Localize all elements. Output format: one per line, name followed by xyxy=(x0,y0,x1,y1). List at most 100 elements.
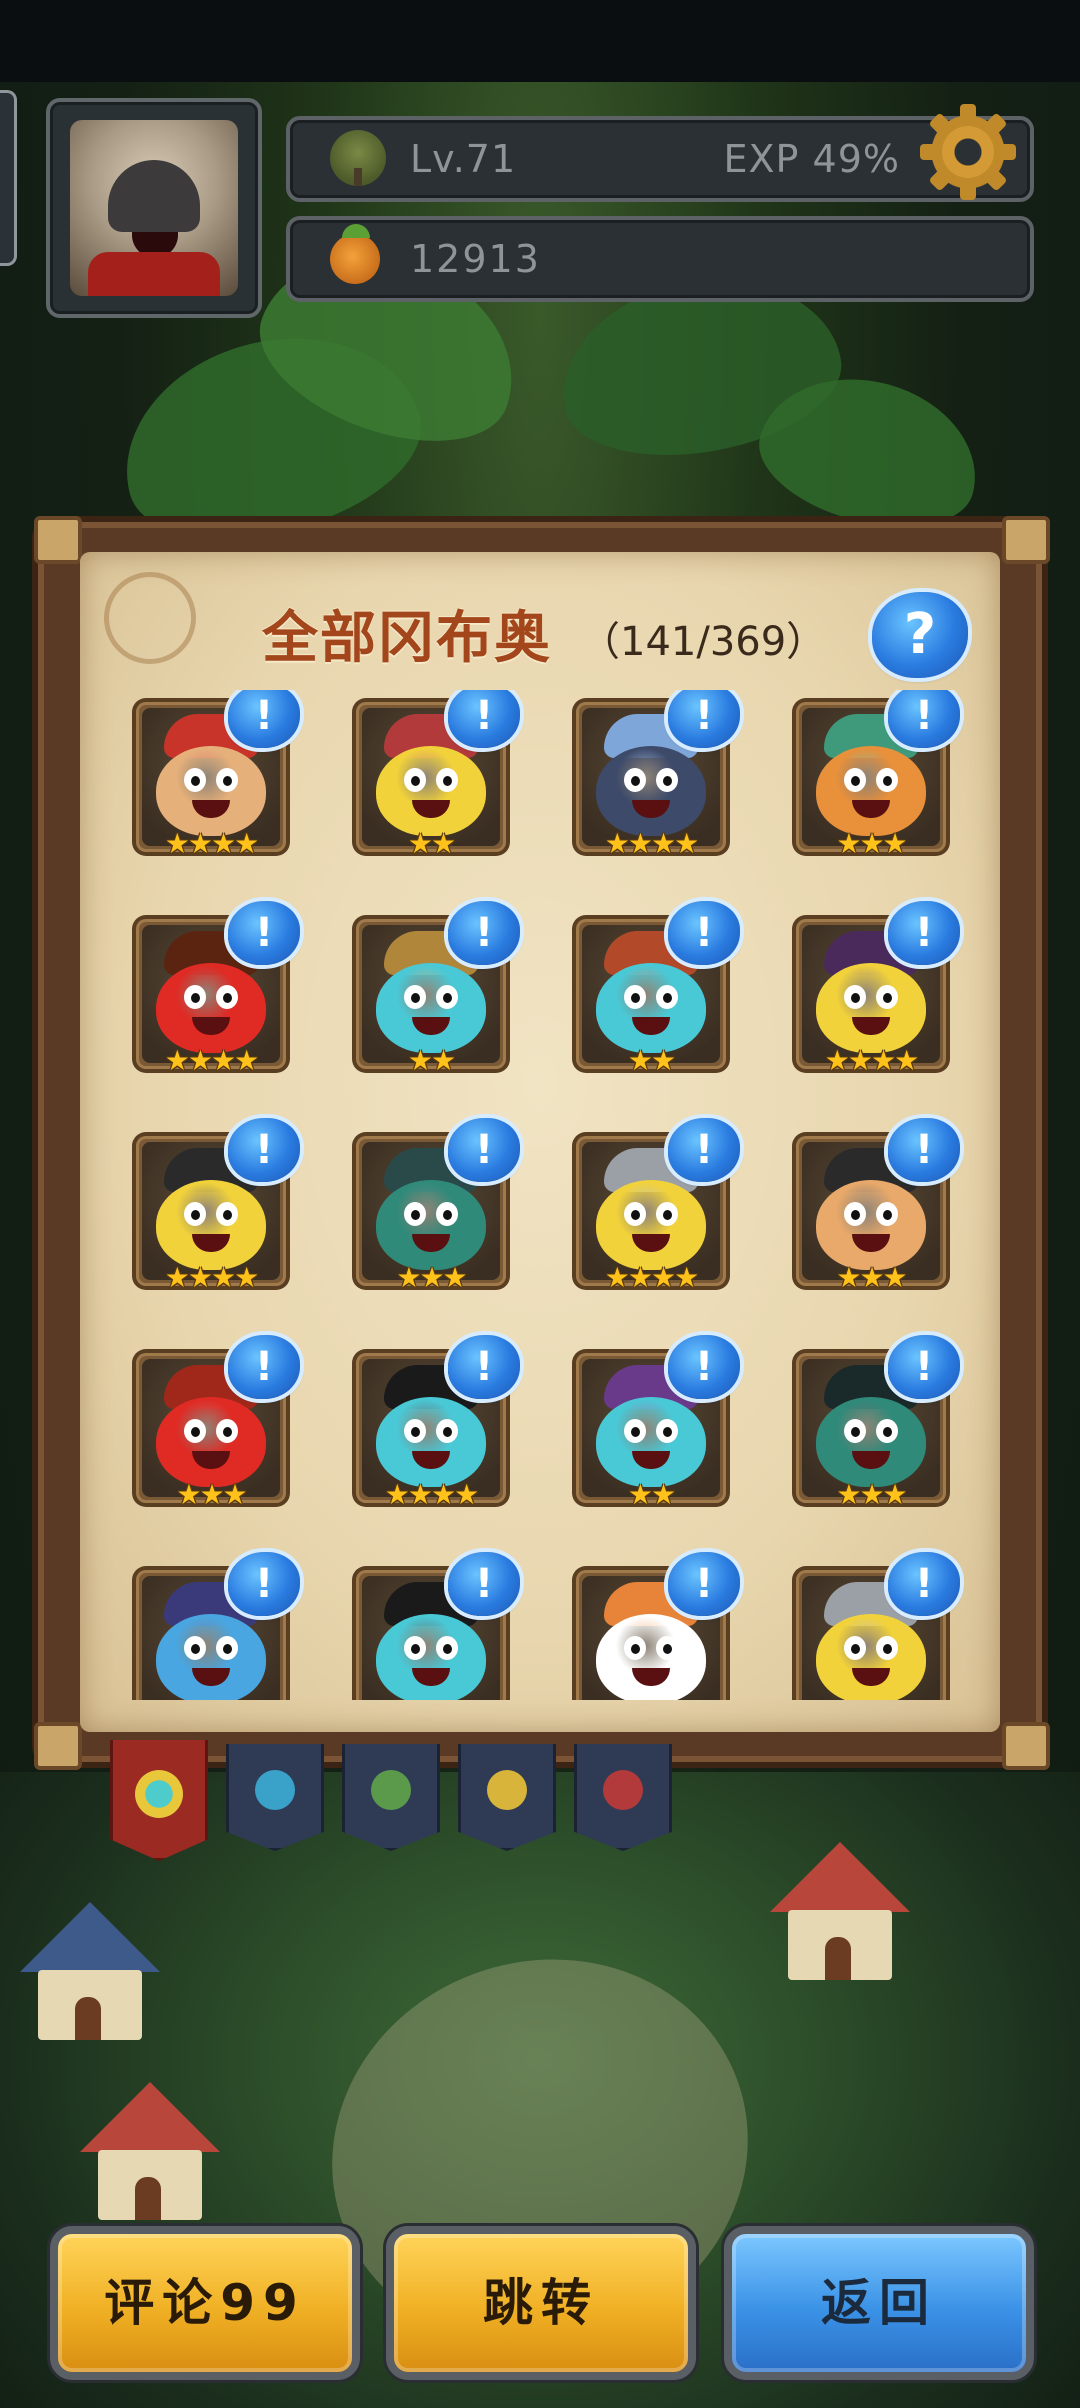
gumball-card[interactable]: ★★★★! xyxy=(128,901,300,1079)
currency-amount: 12913 xyxy=(410,237,541,281)
gumball-card[interactable]: ★★! xyxy=(348,690,520,862)
star-rating: ★★★ xyxy=(176,1478,247,1511)
star-rating: ★★★ xyxy=(836,1261,907,1294)
new-alert-icon: ! xyxy=(448,1118,520,1182)
star-rating: ★★★ xyxy=(836,1478,907,1511)
gumball-card[interactable]: ★★★! xyxy=(128,1335,300,1513)
star-rating: ★★★★ xyxy=(824,1044,919,1077)
gumball-card[interactable]: ! xyxy=(788,1552,960,1700)
gumball-portrait xyxy=(156,1180,266,1270)
player-avatar[interactable] xyxy=(46,98,262,318)
gumball-card[interactable]: ★★★★! xyxy=(788,901,960,1079)
new-alert-icon: ! xyxy=(668,1335,740,1399)
panel-title: 全部冈布奥 xyxy=(262,605,552,671)
gumball-portrait xyxy=(596,1180,706,1270)
red-mask-icon xyxy=(603,1770,643,1810)
blue-gumball-icon xyxy=(255,1770,295,1810)
star-rating: ★★ xyxy=(627,1478,676,1511)
star-rating: ★★★★ xyxy=(164,1044,259,1077)
star-rating: ★★★★ xyxy=(164,1261,259,1294)
avatar-portrait xyxy=(70,120,238,296)
star-rating: ★★★★ xyxy=(164,827,259,860)
gumball-portrait xyxy=(376,1614,486,1700)
back-button[interactable]: 返回 xyxy=(724,2226,1034,2380)
tab-category-5[interactable] xyxy=(574,1744,672,1851)
gumball-portrait xyxy=(376,1397,486,1487)
gumball-card[interactable]: ★★★! xyxy=(788,690,960,862)
gumball-portrait xyxy=(156,1614,266,1700)
new-alert-icon: ! xyxy=(448,1335,520,1399)
tab-all[interactable] xyxy=(110,1740,208,1861)
gumball-card[interactable]: ! xyxy=(128,1552,300,1700)
new-alert-icon: ! xyxy=(228,1118,300,1182)
tab-category-3[interactable] xyxy=(342,1744,440,1851)
currency-bar: 12913 xyxy=(286,216,1034,302)
frame-corner-ornament xyxy=(34,1722,82,1770)
gumball-card[interactable]: ★★★! xyxy=(348,1118,520,1296)
new-alert-icon: ! xyxy=(888,901,960,965)
tab-category-2[interactable] xyxy=(226,1744,324,1851)
gumball-portrait xyxy=(596,963,706,1053)
green-leaf-icon xyxy=(371,1770,411,1810)
star-rating: ★★★★ xyxy=(604,1261,699,1294)
gumball-card[interactable]: ★★★! xyxy=(788,1335,960,1513)
gumball-portrait xyxy=(596,746,706,836)
gold-leaf-icon xyxy=(487,1770,527,1810)
new-alert-icon: ! xyxy=(888,1118,960,1182)
new-alert-icon: ! xyxy=(888,1552,960,1616)
new-alert-icon: ! xyxy=(668,1118,740,1182)
gumball-card[interactable]: ! xyxy=(568,1552,740,1700)
gumball-portrait xyxy=(596,1397,706,1487)
star-rating: ★★ xyxy=(407,827,456,860)
gumball-card[interactable]: ★★★★! xyxy=(128,690,300,862)
star-rating: ★★★ xyxy=(836,827,907,860)
panel-emblem-icon xyxy=(104,572,196,664)
star-rating: ★★★★ xyxy=(604,827,699,860)
settings-gear-icon[interactable] xyxy=(920,104,1016,200)
help-icon: ? xyxy=(872,592,968,678)
gumball-portrait xyxy=(816,746,926,836)
frame-corner-ornament xyxy=(34,516,82,564)
gumball-card[interactable]: ★★★★! xyxy=(568,1118,740,1296)
gumball-portrait xyxy=(816,1614,926,1700)
gumball-portrait xyxy=(156,963,266,1053)
new-alert-icon: ! xyxy=(668,1552,740,1616)
gumball-card[interactable]: ★★! xyxy=(568,1335,740,1513)
gumball-grid: ★★★★! ★★! ★★★★! ★★★! ★★★★! ★★! ★★! ★★★★! ★★★★! ★★… xyxy=(120,690,980,1700)
tree-icon xyxy=(330,130,386,186)
exp-label: EXP 49% xyxy=(723,137,900,181)
star-rating: ★★ xyxy=(627,1044,676,1077)
gumball-portrait xyxy=(376,963,486,1053)
gumball-card[interactable]: ★★! xyxy=(348,901,520,1079)
gumball-card[interactable]: ★★★★! xyxy=(128,1118,300,1296)
new-alert-icon: ! xyxy=(888,690,960,748)
frame-corner-ornament xyxy=(1002,516,1050,564)
gumball-card[interactable]: ★★! xyxy=(568,901,740,1079)
gumball-card[interactable]: ★★★★! xyxy=(568,690,740,862)
new-alert-icon: ! xyxy=(448,1552,520,1616)
level-label: Lv.71 xyxy=(410,137,517,181)
gumball-portrait xyxy=(596,1614,706,1700)
gumball-card[interactable]: ! xyxy=(348,1552,520,1700)
new-alert-icon: ! xyxy=(228,901,300,965)
all-gumballs-icon xyxy=(135,1770,183,1818)
jump-button[interactable]: 跳转 xyxy=(386,2226,696,2380)
new-alert-icon: ! xyxy=(448,690,520,748)
help-button[interactable]: ? xyxy=(868,590,972,682)
star-rating: ★★ xyxy=(407,1044,456,1077)
collection-count: （141/369） xyxy=(580,619,827,665)
star-rating: ★★★★ xyxy=(384,1478,479,1511)
side-menu-handle[interactable] xyxy=(0,90,17,266)
gumball-portrait xyxy=(376,746,486,836)
fruit-currency-icon xyxy=(330,224,380,284)
new-alert-icon: ! xyxy=(228,1552,300,1616)
gumball-portrait xyxy=(156,746,266,836)
gumball-card[interactable]: ★★★! xyxy=(788,1118,960,1296)
new-alert-icon: ! xyxy=(228,690,300,748)
new-alert-icon: ! xyxy=(448,901,520,965)
comment-button[interactable]: 评论99 xyxy=(50,2226,360,2380)
tab-category-4[interactable] xyxy=(458,1744,556,1851)
new-alert-icon: ! xyxy=(888,1335,960,1399)
new-alert-icon: ! xyxy=(668,690,740,748)
gumball-card[interactable]: ★★★★! xyxy=(348,1335,520,1513)
